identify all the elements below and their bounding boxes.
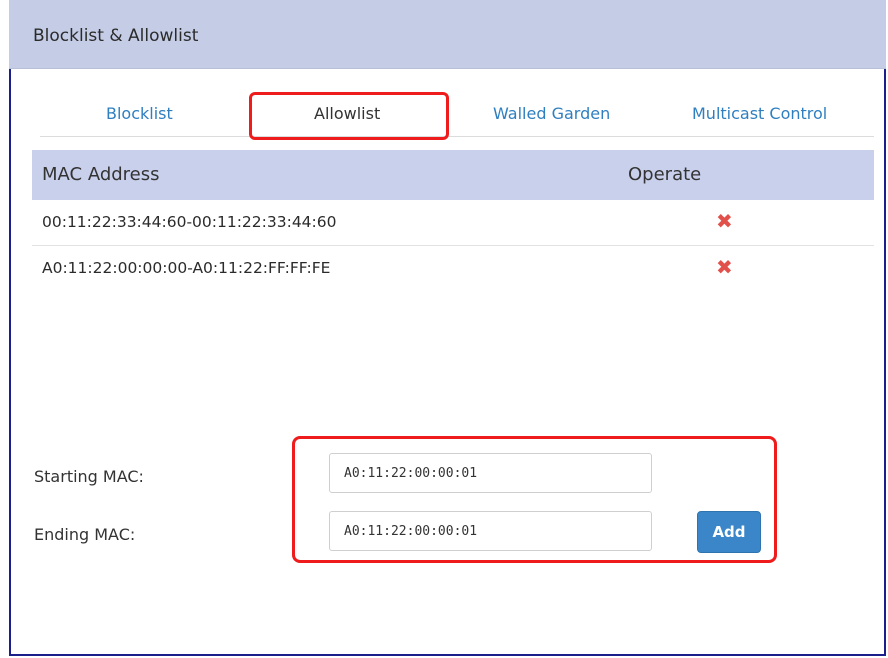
tab-walled-garden[interactable]: Walled Garden xyxy=(493,104,610,123)
panel-header: Blocklist & Allowlist xyxy=(9,0,886,69)
tab-blocklist[interactable]: Blocklist xyxy=(106,104,173,123)
mac-range-cell: A0:11:22:00:00:00-A0:11:22:FF:FF:FE xyxy=(42,259,331,277)
mac-form-highlight xyxy=(292,436,777,563)
allowlist-tab-highlight xyxy=(249,92,449,140)
column-header-operate: Operate xyxy=(628,164,702,185)
table-row: 00:11:22:33:44:60-00:11:22:33:44:60 ✖ xyxy=(32,200,874,246)
ending-mac-label: Ending MAC: xyxy=(34,525,136,544)
panel-title: Blocklist & Allowlist xyxy=(33,26,199,46)
tab-multicast-control[interactable]: Multicast Control xyxy=(692,104,827,123)
tab-bar: Blocklist Allowlist Walled Garden Multic… xyxy=(40,90,874,137)
table-row: A0:11:22:00:00:00-A0:11:22:FF:FF:FE ✖ xyxy=(32,246,874,292)
mac-range-cell: 00:11:22:33:44:60-00:11:22:33:44:60 xyxy=(42,213,337,231)
starting-mac-label: Starting MAC: xyxy=(34,467,144,486)
delete-x-icon[interactable]: ✖ xyxy=(716,257,733,277)
table-header: MAC Address Operate xyxy=(32,150,874,200)
delete-x-icon[interactable]: ✖ xyxy=(716,211,733,231)
column-header-mac-address: MAC Address xyxy=(42,164,160,185)
